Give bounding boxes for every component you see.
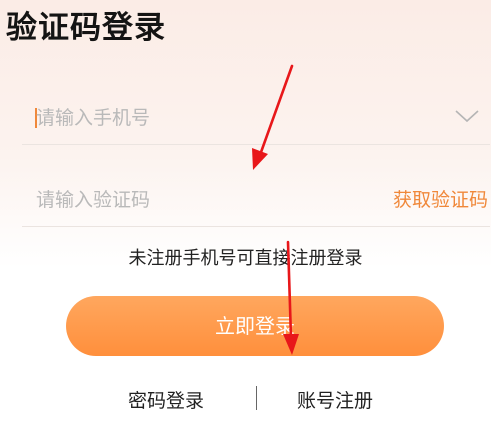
code-field: 获取验证码 <box>22 174 490 227</box>
register-link[interactable]: 账号注册 <box>297 386 373 413</box>
phone-input[interactable] <box>36 92 336 144</box>
code-input[interactable] <box>36 174 336 226</box>
login-button[interactable]: 立即登录 <box>66 296 444 356</box>
link-divider <box>256 386 257 410</box>
chevron-down-icon[interactable] <box>454 108 480 124</box>
register-hint: 未注册手机号可直接注册登录 <box>128 248 363 269</box>
bottom-links: 密码登录 账号注册 <box>0 386 491 412</box>
phone-field <box>22 92 490 145</box>
password-login-link[interactable]: 密码登录 <box>128 386 204 413</box>
get-code-button[interactable]: 获取验证码 <box>393 174 488 226</box>
page-title: 验证码登录 <box>6 10 166 46</box>
